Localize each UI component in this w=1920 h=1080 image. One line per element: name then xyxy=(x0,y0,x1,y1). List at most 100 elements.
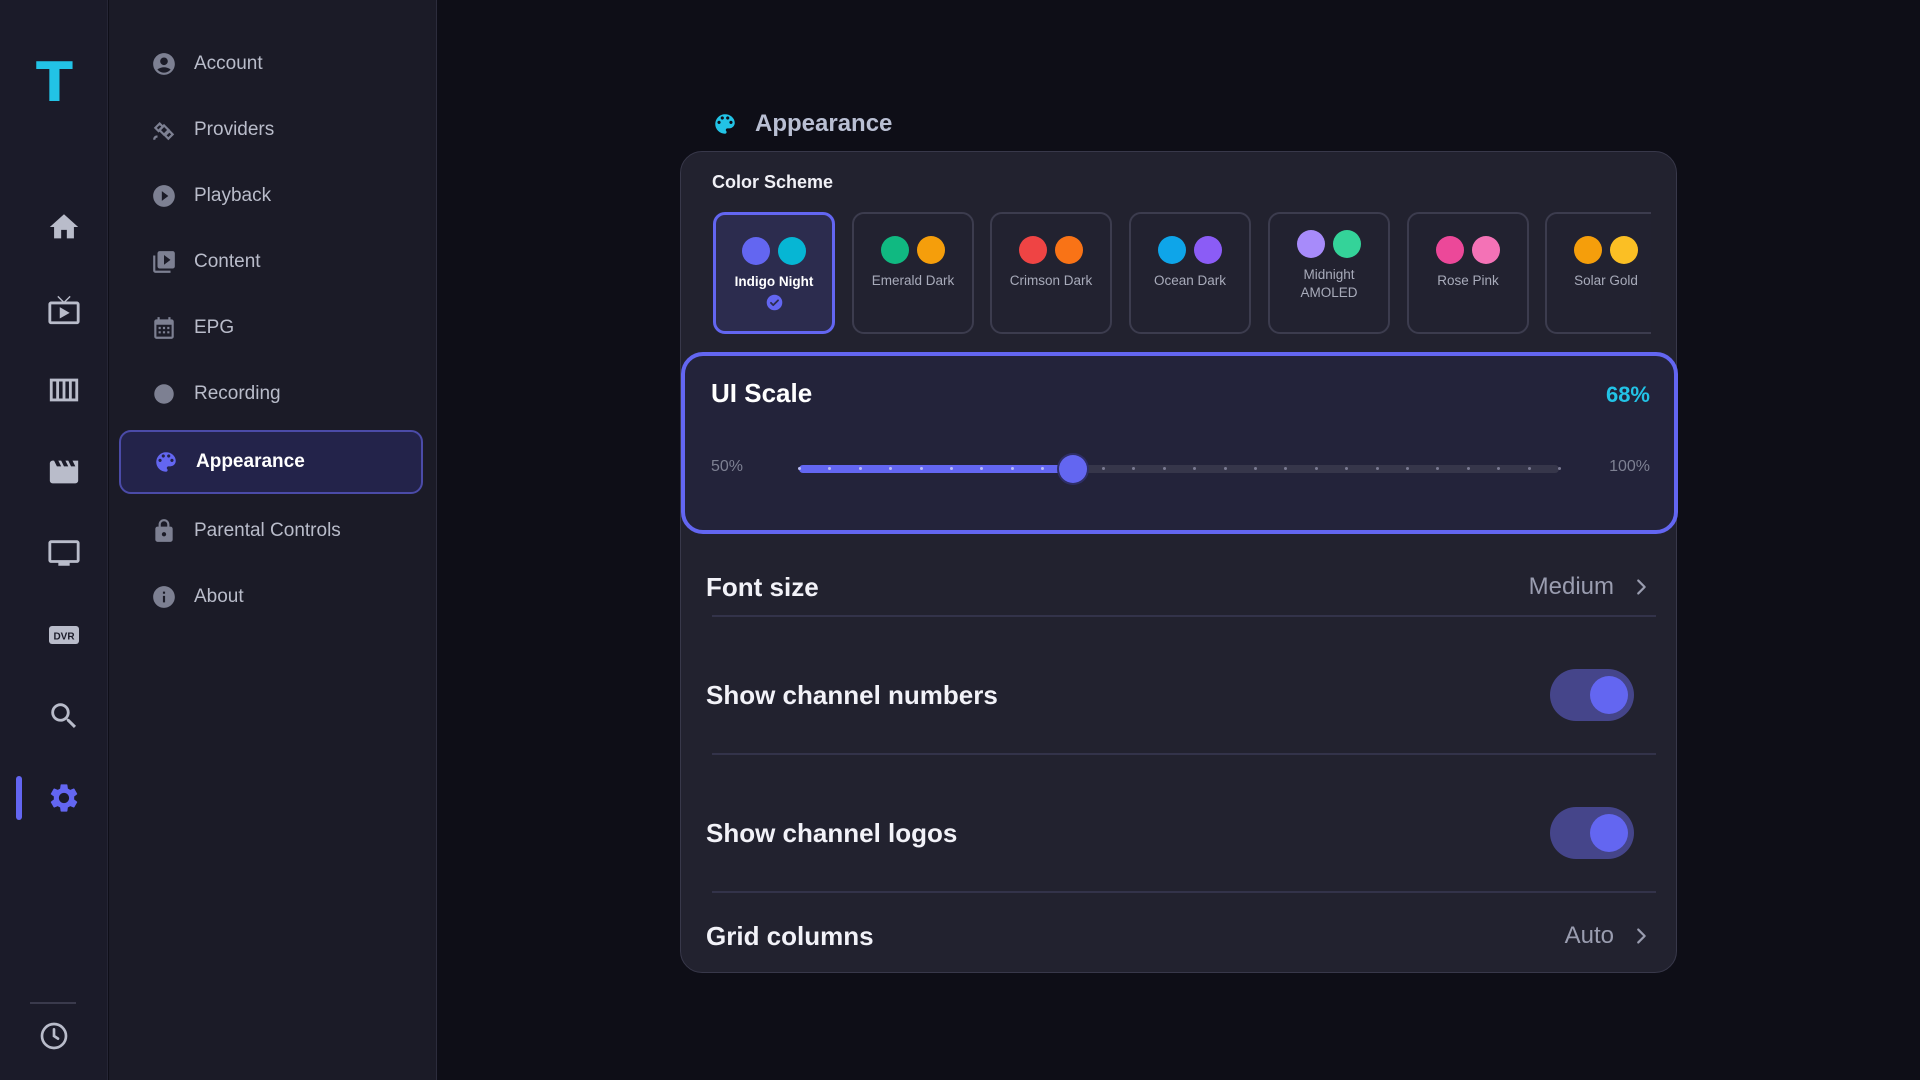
scheme-solar-gold[interactable]: Solar Gold xyxy=(1545,212,1651,334)
show-channel-logos-row[interactable]: Show channel logos xyxy=(681,765,1678,901)
color-scheme-label: Color Scheme xyxy=(712,172,834,192)
clock-icon[interactable] xyxy=(38,1020,70,1052)
slider-tick xyxy=(1436,467,1439,470)
slider-tick xyxy=(1345,467,1348,470)
slider-tick xyxy=(1406,467,1409,470)
grid-columns-value: Auto xyxy=(1564,922,1614,949)
divider xyxy=(712,753,1656,755)
show-channel-numbers-toggle[interactable] xyxy=(1550,669,1634,721)
ui-scale-min-label: 50% xyxy=(711,458,744,475)
color-dot xyxy=(917,236,945,264)
slider-tick xyxy=(1011,467,1014,470)
menu-item-label: Content xyxy=(194,251,261,272)
slider-thumb[interactable] xyxy=(1059,455,1087,483)
live-tv-icon[interactable] xyxy=(40,286,88,334)
scheme-name: Indigo Night xyxy=(734,274,814,289)
font-size-value: Medium xyxy=(1528,573,1614,600)
home-icon[interactable] xyxy=(40,203,88,251)
menu-item-label: Account xyxy=(194,53,263,74)
settings-menu: Account Providers Playback Content EPG R… xyxy=(109,0,437,1080)
slider-tick xyxy=(1193,467,1196,470)
appearance-panel: Color Scheme Indigo Night Emerald Dark C… xyxy=(680,151,1678,973)
slider-tick xyxy=(1528,467,1531,470)
video-library-icon xyxy=(151,249,177,275)
show-channel-logos-label: Show channel logos xyxy=(706,817,958,848)
menu-item-label: Playback xyxy=(194,185,272,206)
svg-text:DVR: DVR xyxy=(53,632,75,643)
info-icon xyxy=(151,584,177,610)
menu-item-epg[interactable]: EPG xyxy=(119,296,423,360)
color-scheme-list: Indigo Night Emerald Dark Crimson Dark O… xyxy=(713,212,1651,336)
slider-tick xyxy=(1497,467,1500,470)
ui-scale-card: UI Scale 68% 50% 100% xyxy=(681,352,1678,534)
scheme-name: Crimson Dark xyxy=(1009,273,1093,288)
record-dot-icon xyxy=(151,381,177,407)
color-dot xyxy=(1472,236,1500,264)
grid-columns-row[interactable]: Grid columns Auto xyxy=(681,904,1678,968)
color-dot xyxy=(1610,236,1638,264)
slider-tick xyxy=(1132,467,1135,470)
lock-icon xyxy=(151,518,177,544)
movies-icon[interactable] xyxy=(40,448,88,496)
section-header: Appearance xyxy=(712,110,892,138)
slider-tick xyxy=(798,467,801,470)
play-circle-icon xyxy=(151,183,177,209)
menu-item-providers[interactable]: Providers xyxy=(119,98,423,162)
menu-item-label: About xyxy=(194,586,244,607)
palette-icon xyxy=(153,449,179,475)
dvr-icon[interactable]: DVR xyxy=(40,611,88,659)
font-size-row[interactable]: Font size Medium xyxy=(681,552,1678,622)
menu-item-content[interactable]: Content xyxy=(119,230,423,294)
nav-rail: T DVR xyxy=(0,0,108,1080)
menu-item-playback[interactable]: Playback xyxy=(119,164,423,228)
menu-item-parental-controls[interactable]: Parental Controls xyxy=(119,499,423,563)
scheme-midnight-amoled[interactable]: Midnight AMOLED xyxy=(1268,212,1390,334)
app-logo: T xyxy=(36,51,73,114)
ui-scale-slider[interactable] xyxy=(798,455,1561,483)
divider xyxy=(712,615,1656,617)
scheme-emerald-dark[interactable]: Emerald Dark xyxy=(852,212,974,334)
show-channel-logos-toggle[interactable] xyxy=(1550,807,1634,859)
menu-item-about[interactable]: About xyxy=(119,565,423,629)
color-dot xyxy=(1574,236,1602,264)
slider-tick xyxy=(980,467,983,470)
scheme-name: Midnight AMOLED xyxy=(1300,267,1358,301)
search-icon[interactable] xyxy=(40,692,88,740)
slider-tick xyxy=(859,467,862,470)
slider-tick xyxy=(1558,467,1561,470)
settings-icon[interactable] xyxy=(40,774,88,822)
slider-tick xyxy=(1224,467,1227,470)
slider-tick xyxy=(950,467,953,470)
scheme-indigo-night[interactable]: Indigo Night xyxy=(713,212,835,334)
font-size-label: Font size xyxy=(706,571,819,602)
color-dot xyxy=(778,237,806,265)
show-channel-numbers-label: Show channel numbers xyxy=(706,679,998,710)
menu-item-account[interactable]: Account xyxy=(119,32,423,96)
chevron-right-icon xyxy=(1637,579,1646,595)
guide-grid-icon[interactable] xyxy=(40,366,88,414)
slider-tick xyxy=(1376,467,1379,470)
scheme-ocean-dark[interactable]: Ocean Dark xyxy=(1129,212,1251,334)
check-circle-icon xyxy=(766,294,782,311)
monitor-icon[interactable] xyxy=(40,529,88,577)
slider-tick xyxy=(1284,467,1287,470)
show-channel-numbers-row[interactable]: Show channel numbers xyxy=(681,627,1678,763)
scheme-name: Emerald Dark xyxy=(871,273,955,288)
scheme-crimson-dark[interactable]: Crimson Dark xyxy=(990,212,1112,334)
menu-item-label: Recording xyxy=(194,383,281,404)
account-icon xyxy=(151,51,177,77)
toggle-knob xyxy=(1590,676,1628,714)
color-dot xyxy=(1158,236,1186,264)
slider-tick xyxy=(889,467,892,470)
ui-scale-value: 68% xyxy=(1605,382,1650,407)
scheme-rose-pink[interactable]: Rose Pink xyxy=(1407,212,1529,334)
rail-divider xyxy=(30,1002,76,1004)
menu-item-recording[interactable]: Recording xyxy=(119,362,423,426)
menu-item-appearance[interactable]: Appearance xyxy=(119,430,423,494)
color-dot xyxy=(1194,236,1222,264)
slider-tick xyxy=(920,467,923,470)
calendar-icon xyxy=(151,315,177,341)
menu-item-label: Parental Controls xyxy=(194,520,341,541)
slider-fill xyxy=(799,465,1073,473)
color-dot xyxy=(881,236,909,264)
